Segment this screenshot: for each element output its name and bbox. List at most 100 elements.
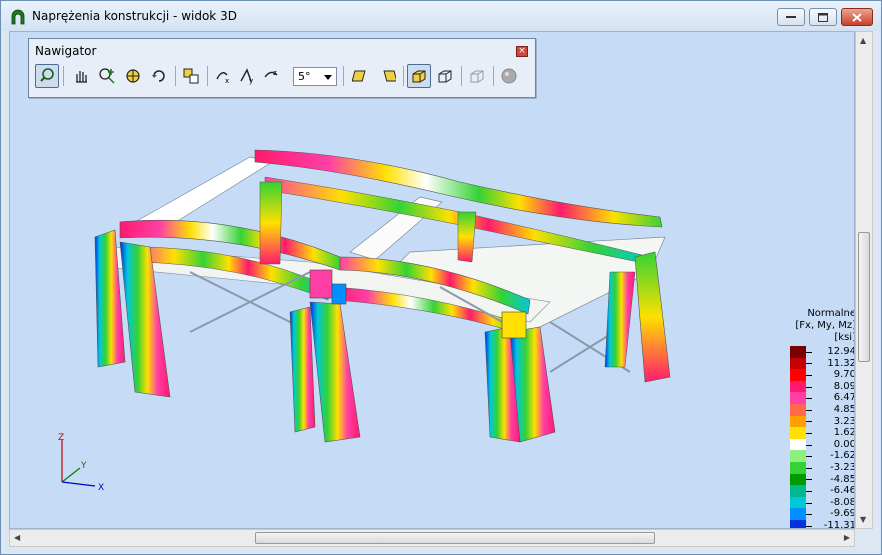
axis-x-label: X [98, 483, 104, 493]
legend-swatch [790, 485, 806, 498]
rotate-view-icon [126, 69, 140, 83]
legend-value: -1.62 [830, 450, 855, 462]
legend-tick [806, 444, 812, 446]
maximize-button[interactable] [809, 8, 837, 26]
structure-arch-icon [11, 9, 25, 25]
legend-value: 3.23 [833, 415, 855, 427]
legend-tick [806, 479, 812, 481]
legend-tick [806, 433, 812, 434]
structure-stress-model[interactable]: Z X Y [10, 32, 855, 529]
legend-tick [806, 491, 812, 492]
rotate-x-button[interactable]: x [211, 64, 235, 88]
pan-hand-icon [76, 71, 87, 83]
legend-swatch [790, 392, 806, 405]
rotate-y-button[interactable]: y [235, 64, 259, 88]
rotate-left-icon [352, 70, 366, 82]
rotate-y-icon: y [240, 68, 253, 85]
close-icon [842, 9, 872, 25]
legend-tick [806, 375, 812, 376]
legend-swatch [790, 462, 806, 475]
fit-view-button[interactable] [179, 64, 203, 88]
legend-tick [806, 351, 812, 353]
legend-swatch [790, 357, 806, 370]
legend-swatch [790, 496, 806, 509]
legend-swatch [790, 369, 806, 382]
legend-value: 11.32 [827, 357, 855, 369]
legend-tick [806, 386, 812, 388]
legend-components: [Fx, My, Mz] [795, 320, 855, 331]
chevron-down-icon [324, 75, 332, 80]
legend-tick [806, 502, 812, 504]
vertical-scroll-thumb[interactable] [858, 232, 870, 362]
legend-swatch [790, 346, 806, 359]
zoom-in-button[interactable] [95, 64, 119, 88]
toolbar-separator [403, 66, 404, 86]
axis-y-label: Y [80, 461, 87, 471]
toolbar-separator [63, 66, 64, 86]
toolbar-separator [175, 66, 176, 86]
select-zoom-button[interactable] [35, 64, 59, 88]
scroll-up-icon[interactable]: ▲ [860, 36, 866, 45]
svg-text:y: y [249, 77, 253, 85]
legend-swatch [790, 520, 806, 528]
legend-tick [806, 514, 812, 516]
rotate-view-button[interactable] [121, 64, 145, 88]
legend-value: -8.08 [830, 496, 855, 508]
legend-swatch [790, 508, 806, 521]
hidden-view-button[interactable] [465, 64, 489, 88]
select-zoom-icon [40, 68, 54, 82]
toolbar-separator [461, 66, 462, 86]
legend-tick [806, 421, 812, 423]
pan-button[interactable] [69, 64, 93, 88]
solid-view-button[interactable] [407, 64, 431, 88]
horizontal-scrollbar[interactable]: ◀ ▶ [9, 529, 855, 547]
legend-tick [806, 409, 812, 411]
horizontal-scroll-thumb[interactable] [255, 532, 655, 544]
navigator-toolbar[interactable]: Nawigator × x y z 5° [28, 38, 536, 98]
scroll-down-icon[interactable]: ▼ [860, 515, 866, 524]
legend-swatch [790, 450, 806, 463]
legend-swatch [790, 438, 806, 451]
legend-swatch [790, 473, 806, 486]
svg-text:x: x [225, 77, 229, 85]
legend-title: Normalne [807, 308, 855, 319]
scroll-left-icon[interactable]: ◀ [14, 533, 20, 542]
scroll-right-icon[interactable]: ▶ [844, 533, 850, 542]
rotate-right-button[interactable] [375, 64, 399, 88]
3d-viewport[interactable]: Z X Y Normalne [Fx, My, Mz] [ksi] 12.94 1… [9, 31, 855, 529]
navigator-title: Nawigator [35, 44, 97, 58]
close-button[interactable] [841, 8, 873, 26]
svg-text:z: z [273, 69, 277, 77]
angle-step-value: 5° [298, 70, 311, 83]
legend-unit: [ksi] [834, 332, 855, 343]
wireframe-view-icon [438, 70, 452, 83]
legend-tick [806, 525, 812, 527]
minimize-button[interactable] [777, 8, 805, 26]
rotate-z-button[interactable]: z [259, 64, 283, 88]
wireframe-view-button[interactable] [433, 64, 457, 88]
rotate-x-icon: x [216, 72, 229, 85]
legend-value: -4.85 [830, 473, 855, 485]
legend-value: 9.70 [833, 369, 855, 381]
legend-value: 0.00 [833, 438, 855, 450]
angle-step-dropdown[interactable]: 5° [293, 67, 337, 86]
legend-value: 4.85 [833, 404, 855, 415]
legend-value: -9.69 [830, 508, 855, 520]
refresh-view-button[interactable] [147, 64, 171, 88]
vertical-scrollbar[interactable]: ▲ ▼ [855, 31, 873, 529]
window-title: Naprężenia konstrukcji - widok 3D [32, 9, 237, 23]
legend-tick [806, 363, 812, 365]
rotate-left-button[interactable] [349, 64, 373, 88]
render-button[interactable] [497, 64, 521, 88]
legend-tick [806, 467, 812, 469]
navigator-close-button[interactable]: × [516, 46, 528, 57]
rotate-z-icon: z [264, 69, 278, 78]
close-icon: × [518, 46, 526, 56]
render-sphere-icon [501, 68, 517, 84]
legend-value: -11.31 [823, 520, 855, 529]
title-bar[interactable]: Naprężenia konstrukcji - widok 3D [1, 1, 881, 31]
legend-tick [806, 456, 812, 458]
toolbar-separator [493, 66, 494, 86]
solid-view-icon [412, 70, 426, 83]
legend-value: 8.09 [833, 380, 855, 392]
